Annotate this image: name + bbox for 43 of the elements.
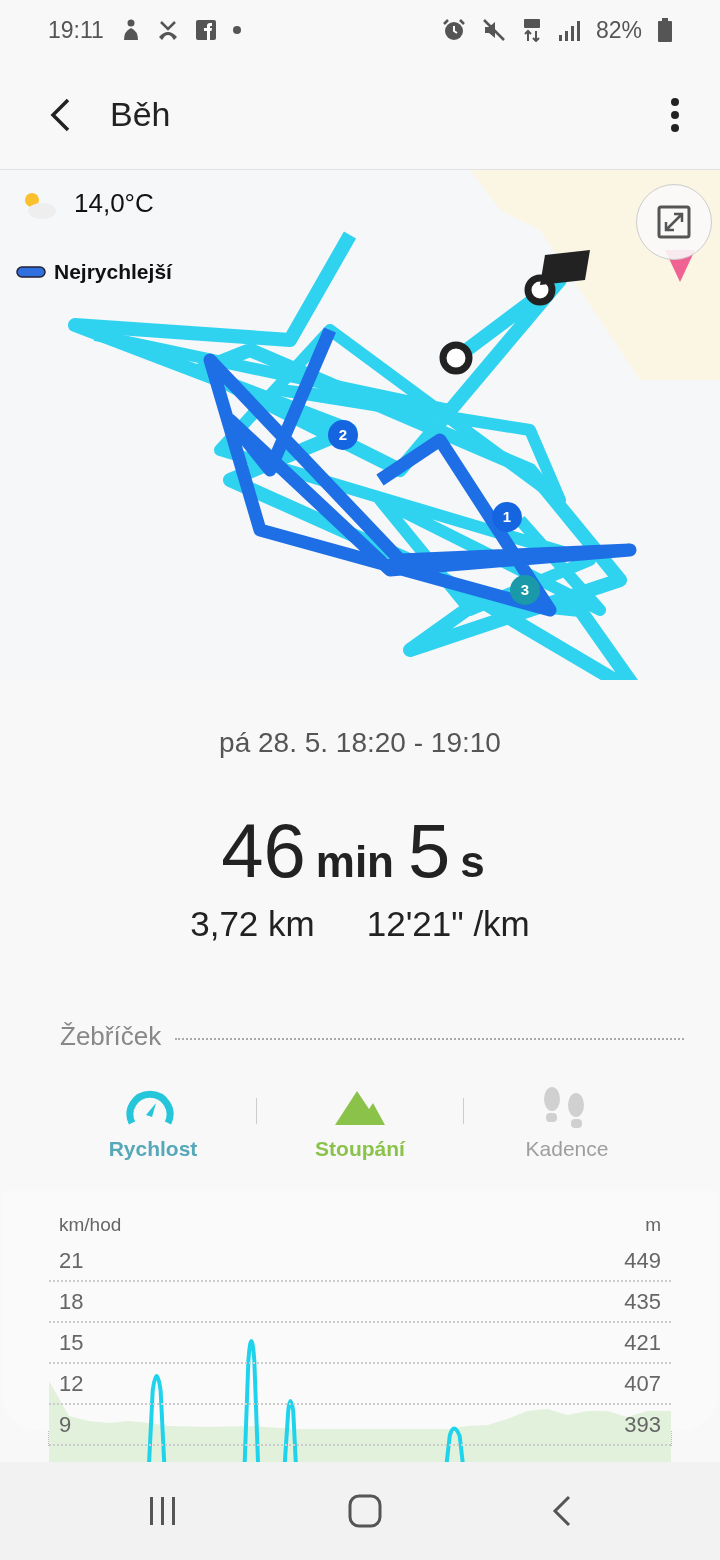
dot-icon — [231, 25, 242, 35]
mute-icon — [481, 18, 506, 42]
back-icon — [48, 96, 72, 133]
axis-unit: km/hod — [59, 1213, 122, 1237]
back-icon — [552, 1495, 572, 1527]
axis-tick: 18 — [59, 1288, 84, 1316]
axis-tick: 449 — [624, 1247, 661, 1275]
axis-tick: 15 — [59, 1329, 84, 1357]
tab[interactable]: Stoupání — [257, 1083, 463, 1165]
axis-tick: 21 — [59, 1247, 84, 1275]
signal-icon — [557, 19, 580, 41]
duration-unit: min — [315, 836, 394, 888]
battery-percent: 82% — [595, 15, 642, 45]
axis-tick: 435 — [624, 1288, 661, 1316]
duration-value: 46 — [221, 807, 306, 895]
axis-tick: 421 — [624, 1329, 661, 1357]
time-range: pá 28. 5. 18:20 - 19:10 — [218, 726, 502, 760]
legend-label: Nejrychlejší — [54, 259, 172, 285]
alarm-icon — [441, 18, 466, 42]
back-button[interactable] — [48, 96, 72, 133]
duration-unit: s — [460, 836, 485, 888]
more-icon — [670, 96, 680, 133]
legend-swatch-icon — [16, 265, 46, 278]
recents-icon — [148, 1496, 178, 1526]
clock-time: 19:11 — [48, 15, 104, 45]
duration-value: 5 — [408, 807, 451, 895]
f-square-icon — [195, 20, 216, 40]
mobile-data-icon — [521, 18, 542, 42]
screen-title: Běh — [110, 94, 171, 135]
axis-unit: m — [645, 1213, 661, 1237]
axis-tick: 407 — [624, 1370, 661, 1398]
battery-icon — [658, 18, 672, 42]
more-options-button[interactable] — [670, 96, 680, 133]
home-icon — [348, 1494, 382, 1528]
axis-tick: 12 — [59, 1370, 84, 1398]
temperature: 14,0°C — [74, 187, 154, 220]
tab[interactable]: Rychlost — [50, 1083, 256, 1165]
axis-tick: 9 — [59, 1411, 72, 1439]
distance: 3,72 km — [190, 903, 315, 945]
pace: 12'21" /km — [366, 903, 530, 945]
section-title: Žebříček — [60, 1019, 162, 1053]
expand-icon — [657, 205, 691, 239]
axis-tick: 393 — [624, 1411, 661, 1439]
